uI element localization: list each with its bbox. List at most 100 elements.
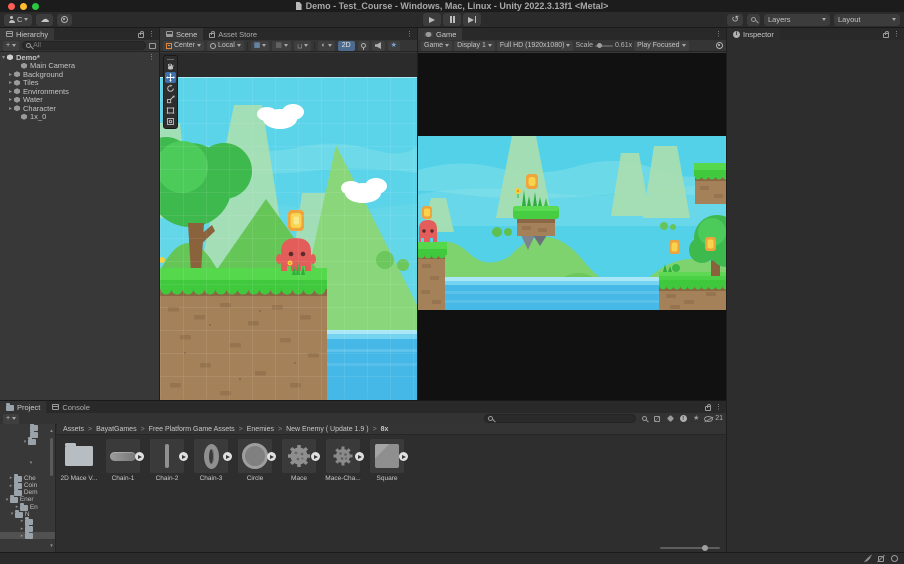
bake-disabled-icon[interactable]: [877, 555, 885, 563]
kebab-menu-icon[interactable]: ⋮: [715, 31, 722, 38]
tree-folder-row[interactable]: ▾ Ener: [0, 496, 55, 503]
lock-icon[interactable]: [705, 406, 711, 411]
tab-console[interactable]: Console: [46, 401, 96, 413]
hierarchy-item[interactable]: Main Camera: [0, 62, 159, 71]
tab-game[interactable]: Game: [418, 28, 462, 40]
hierarchy-item[interactable]: ▸ Water: [0, 96, 159, 105]
2d-mode-toggle[interactable]: 2D: [338, 41, 355, 51]
asset-item[interactable]: Square: [367, 439, 407, 482]
asset-item[interactable]: Mace: [279, 439, 319, 482]
scene-viewport[interactable]: [160, 53, 417, 400]
transform-tool[interactable]: [165, 116, 176, 127]
create-asset-dropdown[interactable]: +: [3, 414, 19, 424]
play-badge[interactable]: [267, 452, 276, 461]
favorites-star-icon[interactable]: ★: [691, 414, 701, 423]
hierarchy-scene-row[interactable]: ▾ Demo* ⋮: [0, 53, 159, 62]
grid-visibility-dropdown[interactable]: ▦: [251, 41, 270, 51]
asset-item[interactable]: Circle: [235, 439, 275, 482]
size-slider-thumb[interactable]: [702, 545, 708, 551]
hidden-packages-toggle[interactable]: 21: [704, 414, 723, 423]
asset-item[interactable]: Mace-Cha...: [323, 439, 363, 482]
tree-folder-row[interactable]: Dem: [0, 489, 55, 496]
breadcrumb-item[interactable]: Enemies: [245, 426, 284, 433]
tree-folder-row-selected[interactable]: ▸: [0, 532, 55, 539]
scale-slider[interactable]: [595, 45, 613, 47]
asset-item[interactable]: Chain-1: [103, 439, 143, 482]
scrollbar-thumb[interactable]: [50, 438, 53, 476]
search-input[interactable]: [33, 42, 142, 49]
breadcrumb-item[interactable]: Free Platform Game Assets: [147, 426, 245, 433]
display-target-dropdown[interactable]: Display 1: [454, 41, 495, 51]
step-button[interactable]: [463, 13, 481, 26]
asset-item[interactable]: Chain-3: [191, 439, 231, 482]
thumbnail-size-slider[interactable]: [660, 547, 720, 549]
tree-scrollbar[interactable]: ▲ ▼: [49, 428, 54, 548]
draw-mode-dropdown[interactable]: ◐: [318, 41, 334, 51]
breadcrumb-item-current[interactable]: 8x: [379, 426, 391, 433]
display-mode-dropdown[interactable]: Game: [421, 41, 452, 51]
tree-folder-row[interactable]: ▸ Che: [0, 475, 55, 482]
info-filter-icon[interactable]: !: [678, 414, 688, 423]
snap-increment-dropdown[interactable]: ▦: [272, 41, 291, 51]
scene-effects-toggle[interactable]: ★: [388, 41, 400, 51]
view-hand-tool[interactable]: [165, 61, 176, 72]
play-badge[interactable]: [135, 452, 144, 461]
hierarchy-item[interactable]: ▸ Tiles: [0, 79, 159, 88]
tree-folder-row[interactable]: ▾: [0, 438, 55, 445]
scale-slider-thumb[interactable]: [597, 43, 602, 48]
tree-folder-row[interactable]: ▾: [0, 460, 55, 467]
rect-tool[interactable]: [165, 105, 176, 116]
asset-item[interactable]: 2D Mace V...: [59, 439, 99, 482]
hierarchy-item[interactable]: 1x_0: [0, 113, 159, 122]
tool-handle-rotation-dropdown[interactable]: Local: [207, 41, 244, 51]
lock-icon[interactable]: [883, 33, 889, 38]
kebab-menu-icon[interactable]: ⋮: [893, 31, 900, 38]
play-focused-dropdown[interactable]: Play Focused: [634, 41, 688, 51]
scale-tool[interactable]: [165, 94, 176, 105]
tree-folder-row[interactable]: ▸ Coin: [0, 482, 55, 489]
tree-folder-row[interactable]: [0, 424, 55, 431]
tab-asset-store[interactable]: Asset Store: [203, 28, 263, 40]
breadcrumb-item[interactable]: New Enemy ( Update 1.9 ): [284, 426, 379, 433]
label-filter-icon[interactable]: [665, 414, 675, 423]
tab-project[interactable]: Project: [0, 401, 46, 413]
tree-folder-row[interactable]: ▸ En: [0, 504, 55, 511]
play-badge[interactable]: [179, 452, 188, 461]
play-badge[interactable]: [223, 452, 232, 461]
activity-progress-icon[interactable]: [890, 555, 898, 563]
play-badge[interactable]: [399, 452, 408, 461]
breadcrumb-item[interactable]: BayatGames: [94, 426, 147, 433]
package-filter-icon[interactable]: [652, 414, 662, 423]
hierarchy-item[interactable]: ▸ Environments: [0, 87, 159, 96]
game-viewport[interactable]: [418, 53, 726, 400]
kebab-menu-icon[interactable]: ⋮: [715, 404, 722, 411]
resolution-dropdown[interactable]: Full HD (1920x1080): [497, 41, 574, 51]
auto-lighting-off-icon[interactable]: [864, 555, 872, 563]
add-object-dropdown[interactable]: +: [3, 41, 19, 51]
project-search-field[interactable]: [484, 414, 636, 423]
search-by-type-icon[interactable]: [639, 414, 649, 423]
asset-item[interactable]: Chain-2: [147, 439, 187, 482]
pause-button[interactable]: [443, 13, 461, 26]
hierarchy-item[interactable]: ▸ Character: [0, 104, 159, 113]
hierarchy-search-field[interactable]: [22, 41, 146, 50]
move-tool[interactable]: [165, 72, 176, 83]
scene-audio-toggle[interactable]: [372, 41, 385, 51]
game-settings-gear-icon[interactable]: [716, 42, 723, 49]
scene-lighting-toggle[interactable]: [358, 41, 369, 51]
kebab-menu-icon[interactable]: ⋮: [406, 31, 413, 38]
project-search-input[interactable]: [495, 415, 632, 422]
kebab-menu-icon[interactable]: ⋮: [148, 31, 155, 38]
hierarchy-item[interactable]: ▸ Background: [0, 70, 159, 79]
lock-icon[interactable]: [138, 33, 144, 38]
scene-picker-icon[interactable]: [149, 43, 156, 49]
grid-snapping-dropdown[interactable]: ⊓: [294, 41, 311, 51]
tool-handle-pivot-dropdown[interactable]: Center: [163, 41, 204, 51]
breadcrumb-item[interactable]: Assets: [61, 426, 94, 433]
kebab-menu-icon[interactable]: ⋮: [148, 54, 155, 61]
play-badge[interactable]: [355, 452, 364, 461]
tab-scene[interactable]: Scene: [160, 28, 203, 40]
play-badge[interactable]: [311, 452, 320, 461]
play-button[interactable]: [423, 13, 441, 26]
rotate-tool[interactable]: [165, 83, 176, 94]
